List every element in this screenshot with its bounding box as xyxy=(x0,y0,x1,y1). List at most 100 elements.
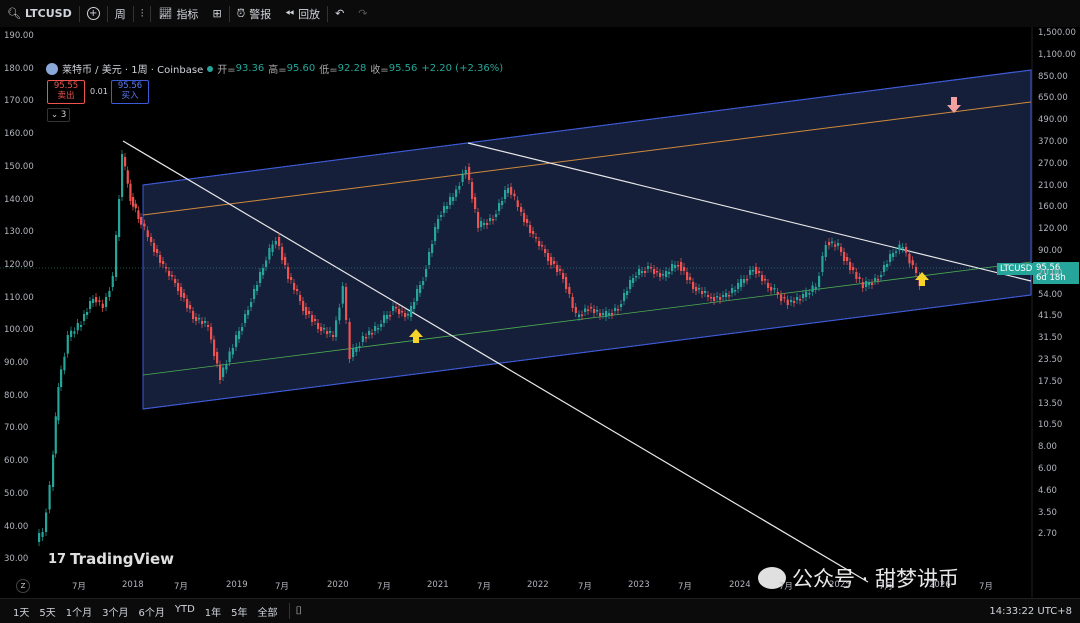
redo-button[interactable]: ↷ xyxy=(351,0,374,27)
candle-body xyxy=(871,283,874,285)
buy-button[interactable]: 95.56 买入 xyxy=(111,80,149,104)
clock-label: 14:33:22 UTC+8 xyxy=(989,605,1072,617)
candle-body xyxy=(734,290,737,292)
range-button[interactable]: YTD xyxy=(170,604,200,619)
candle-body xyxy=(137,210,140,219)
chart-pane[interactable]: 莱特币 / 美元 · 1周 · Coinbase 开= 93.36 高= 95.60… xyxy=(0,27,1080,598)
candle-body xyxy=(443,206,446,213)
candle-body xyxy=(692,282,695,289)
candle-body xyxy=(659,273,662,277)
candle-body xyxy=(111,276,114,287)
candle-body xyxy=(746,279,749,281)
undo-icon: ↶ xyxy=(335,7,345,20)
replay-label: 回放 xyxy=(298,7,321,21)
right-axis-tick: 210.00 xyxy=(1038,180,1068,191)
candle-body xyxy=(192,311,195,319)
chart-type-button[interactable]: ⫶ xyxy=(134,0,151,27)
candle-body xyxy=(895,251,898,253)
candle-body xyxy=(132,197,135,207)
compare-button[interactable]: + xyxy=(80,0,107,27)
candle-body xyxy=(368,331,371,335)
range-button[interactable]: 5天 xyxy=(34,604,60,619)
candle-body xyxy=(268,248,271,260)
candle-body xyxy=(464,170,467,175)
replay-button[interactable]: ⏪︎ 回放 xyxy=(278,0,327,27)
candle-body xyxy=(250,302,253,307)
sell-button[interactable]: 95.55 卖出 xyxy=(47,80,85,104)
range-button[interactable]: 全部 xyxy=(253,604,283,619)
candle-body xyxy=(80,325,83,327)
range-button[interactable]: 5年 xyxy=(226,604,252,619)
candle-body xyxy=(516,200,519,207)
candle-body xyxy=(440,215,443,217)
alerts-button[interactable]: ⏰︎ 警报 xyxy=(230,0,279,27)
candle-body xyxy=(611,313,614,315)
undo-button[interactable]: ↶ xyxy=(328,0,351,27)
candle-body xyxy=(550,257,553,265)
layouts-button[interactable]: ⊞ xyxy=(205,0,228,27)
candle-body xyxy=(195,317,198,321)
high-value: 95.60 xyxy=(286,63,316,74)
candle-body xyxy=(495,214,498,217)
candle-body xyxy=(671,264,674,271)
candle-body xyxy=(183,293,186,298)
candle-body xyxy=(547,253,550,261)
candle-body xyxy=(355,347,358,352)
candle-body xyxy=(60,369,63,387)
candle-body xyxy=(828,242,831,246)
candle-body xyxy=(725,293,728,297)
range-button[interactable]: 1个月 xyxy=(61,604,97,619)
candle-body xyxy=(620,304,623,307)
high-label: 高= xyxy=(268,65,287,76)
time-axis-tick: 7月 xyxy=(578,582,592,592)
left-axis-tick: 180.00 xyxy=(4,63,34,74)
candle-body xyxy=(587,309,590,311)
right-axis-tick: 13.50 xyxy=(1038,398,1063,409)
candle-body xyxy=(348,322,351,359)
time-axis-tick: 7月 xyxy=(72,582,86,592)
candle-body xyxy=(41,532,44,537)
candle-body xyxy=(818,276,821,287)
date-range-icon[interactable]: ⌷ xyxy=(296,604,303,618)
time-axis-tick: 2021 xyxy=(427,580,449,590)
candle-body xyxy=(143,223,146,227)
indicators-icon: 📈︎ xyxy=(158,7,173,20)
candle-body xyxy=(146,230,149,237)
candle-body xyxy=(76,323,79,331)
range-button[interactable]: 1天 xyxy=(8,604,34,619)
candle-body xyxy=(617,309,620,311)
symbol-search[interactable]: 🔍︎ LTCUSD xyxy=(0,0,79,27)
axis-z-button[interactable]: Z xyxy=(16,579,30,593)
candle-body xyxy=(796,297,799,300)
candle-body xyxy=(656,271,659,273)
candle-body xyxy=(677,265,680,267)
range-button[interactable]: 3个月 xyxy=(97,604,133,619)
candle-body xyxy=(695,287,698,291)
interval-button[interactable]: 周 xyxy=(108,0,133,27)
right-axis-tick: 120.00 xyxy=(1038,224,1068,235)
indicators-button[interactable]: 📈︎ 指标 xyxy=(151,0,205,27)
candle-body xyxy=(287,267,290,279)
candle-body xyxy=(707,295,710,297)
chart-canvas[interactable] xyxy=(0,27,1080,598)
candle-body xyxy=(73,331,76,334)
range-button[interactable]: 1年 xyxy=(200,604,226,619)
alerts-label: 警报 xyxy=(249,7,272,21)
time-axis-tick: 2026 xyxy=(929,580,951,590)
left-axis-tick: 160.00 xyxy=(4,129,34,140)
candle-body xyxy=(95,297,98,303)
candle-body xyxy=(504,190,507,199)
interval-label: 周 xyxy=(114,7,126,21)
candles-icon: ⫶ xyxy=(140,6,144,20)
indicator-collapse-toggle[interactable]: ⌄ 3 xyxy=(47,108,71,122)
candle-body xyxy=(296,289,299,291)
candle-body xyxy=(596,310,599,312)
left-axis-tick: 130.00 xyxy=(4,227,34,238)
candle-body xyxy=(662,274,665,276)
candle-body xyxy=(824,245,827,257)
buy-price: 95.56 xyxy=(117,81,143,91)
candle-body xyxy=(361,336,364,342)
right-axis-tick: 10.50 xyxy=(1038,420,1063,431)
right-axis-tick: 160.00 xyxy=(1038,202,1068,213)
range-button[interactable]: 6个月 xyxy=(134,604,170,619)
